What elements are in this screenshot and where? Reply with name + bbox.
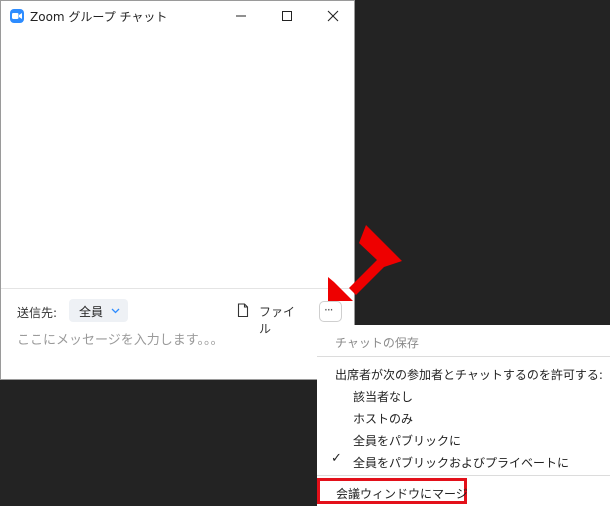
close-icon [327, 10, 339, 22]
recipient-value: 全員 [79, 305, 104, 319]
menu-item-host-only[interactable]: ホストのみ [353, 410, 413, 427]
more-options-button[interactable]: ··· [319, 301, 342, 322]
window-title: Zoom グループ チャット [30, 10, 168, 24]
menu-divider [317, 475, 610, 476]
file-icon [237, 303, 249, 318]
recipient-dropdown[interactable]: 全員 [69, 299, 128, 322]
maximize-button[interactable] [264, 1, 310, 31]
file-label: ファイル [259, 305, 296, 336]
title-bar[interactable]: Zoom グループ チャット [1, 1, 354, 31]
menu-item-everyone-public-private[interactable]: 全員をパブリックおよびプライベートに [353, 454, 569, 471]
minimize-icon [236, 15, 246, 17]
file-button[interactable]: ファイル [237, 301, 303, 336]
close-button[interactable] [310, 1, 356, 31]
zoom-logo-icon [10, 9, 24, 23]
chat-options-menu: チャットの保存 出席者が次の参加者とチャットするのを許可する: 該当者なし ホス… [317, 325, 610, 506]
more-options-icon: ··· [324, 303, 334, 317]
group-chat-window: Zoom グループ チャット 送信先: 全員 ファイル ··· ここにメッセージ… [0, 0, 355, 380]
menu-divider [317, 356, 610, 357]
maximize-icon [282, 11, 292, 21]
menu-item-save-chat[interactable]: チャットの保存 [335, 334, 419, 351]
menu-item-everyone-public[interactable]: 全員をパブリックに [353, 432, 461, 449]
merge-label: 会議ウィンドウにマージ [336, 487, 468, 501]
menu-item-no-one[interactable]: 該当者なし [353, 388, 413, 405]
message-input[interactable]: ここにメッセージを入力します。。。 [17, 329, 223, 348]
chat-composer: 送信先: 全員 ファイル ··· ここにメッセージを入力します。。。 [1, 288, 354, 381]
chevron-down-icon [111, 308, 120, 314]
menu-item-merge-to-meeting-window[interactable]: 会議ウィンドウにマージ [317, 478, 468, 504]
minimize-button[interactable] [218, 1, 264, 31]
send-to-label: 送信先: [17, 306, 58, 320]
menu-permission-heading: 出席者が次の参加者とチャットするのを許可する: [335, 368, 603, 382]
checkmark-icon: ✓ [331, 451, 342, 466]
red-arrow-annotation [328, 225, 402, 301]
